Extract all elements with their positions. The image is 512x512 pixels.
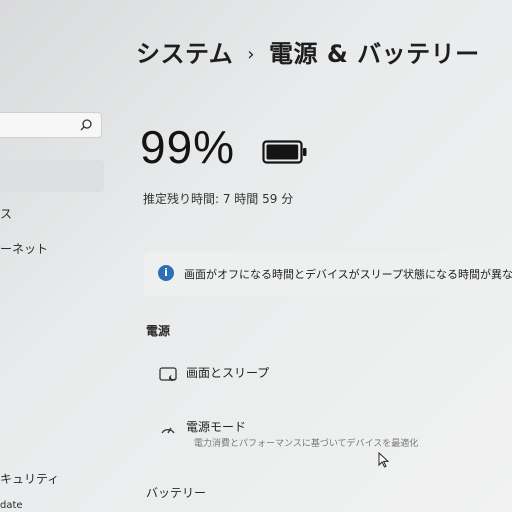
section-title-power: 電源 [146,324,171,338]
power-mode-description: 電力消費とパフォーマンスに基づいてデバイスを最適化 [194,439,419,449]
mouse-cursor-icon [378,452,390,468]
info-icon: i [158,265,174,281]
info-banner-text: 画面がオフになる時間とデバイスがスリープ状態になる時間が異なるた [184,268,512,281]
power-mode-icon [161,427,175,434]
search-input[interactable] [0,112,102,138]
sidebar-item-security[interactable]: キュリティ [0,470,59,487]
breadcrumb: システム › 電源 & バッテリー [136,34,480,69]
power-mode-label: 電源モード [186,420,247,434]
sidebar-item-selected[interactable] [0,160,104,192]
sidebar-item-system[interactable]: ス [0,205,12,222]
power-mode-row[interactable]: 電源モード 電力消費とパフォーマンスに基づいてデバイスを最適化 [146,406,512,454]
page-title: 電源 & バッテリー [268,40,480,68]
battery-percent: 99% [140,121,236,173]
section-title-battery: バッテリー [146,486,207,500]
breadcrumb-separator: › [247,44,255,65]
sidebar: ス ーネット キュリティ date [0,0,106,512]
search-icon [80,119,92,131]
screen-sleep-row[interactable]: 画面とスリープ [146,352,512,400]
sidebar-item-update[interactable]: date [0,500,23,511]
battery-icon [262,140,307,164]
remaining-time: 推定残り時間: 7 時間 59 分 [143,192,294,206]
info-banner: i 画面がオフになる時間とデバイスがスリープ状態になる時間が異なるた [144,252,512,296]
sidebar-item-network[interactable]: ーネット [0,240,48,257]
screen-sleep-icon [159,367,177,381]
breadcrumb-parent[interactable]: システム [136,40,233,68]
screen-sleep-label: 画面とスリープ [186,366,270,380]
